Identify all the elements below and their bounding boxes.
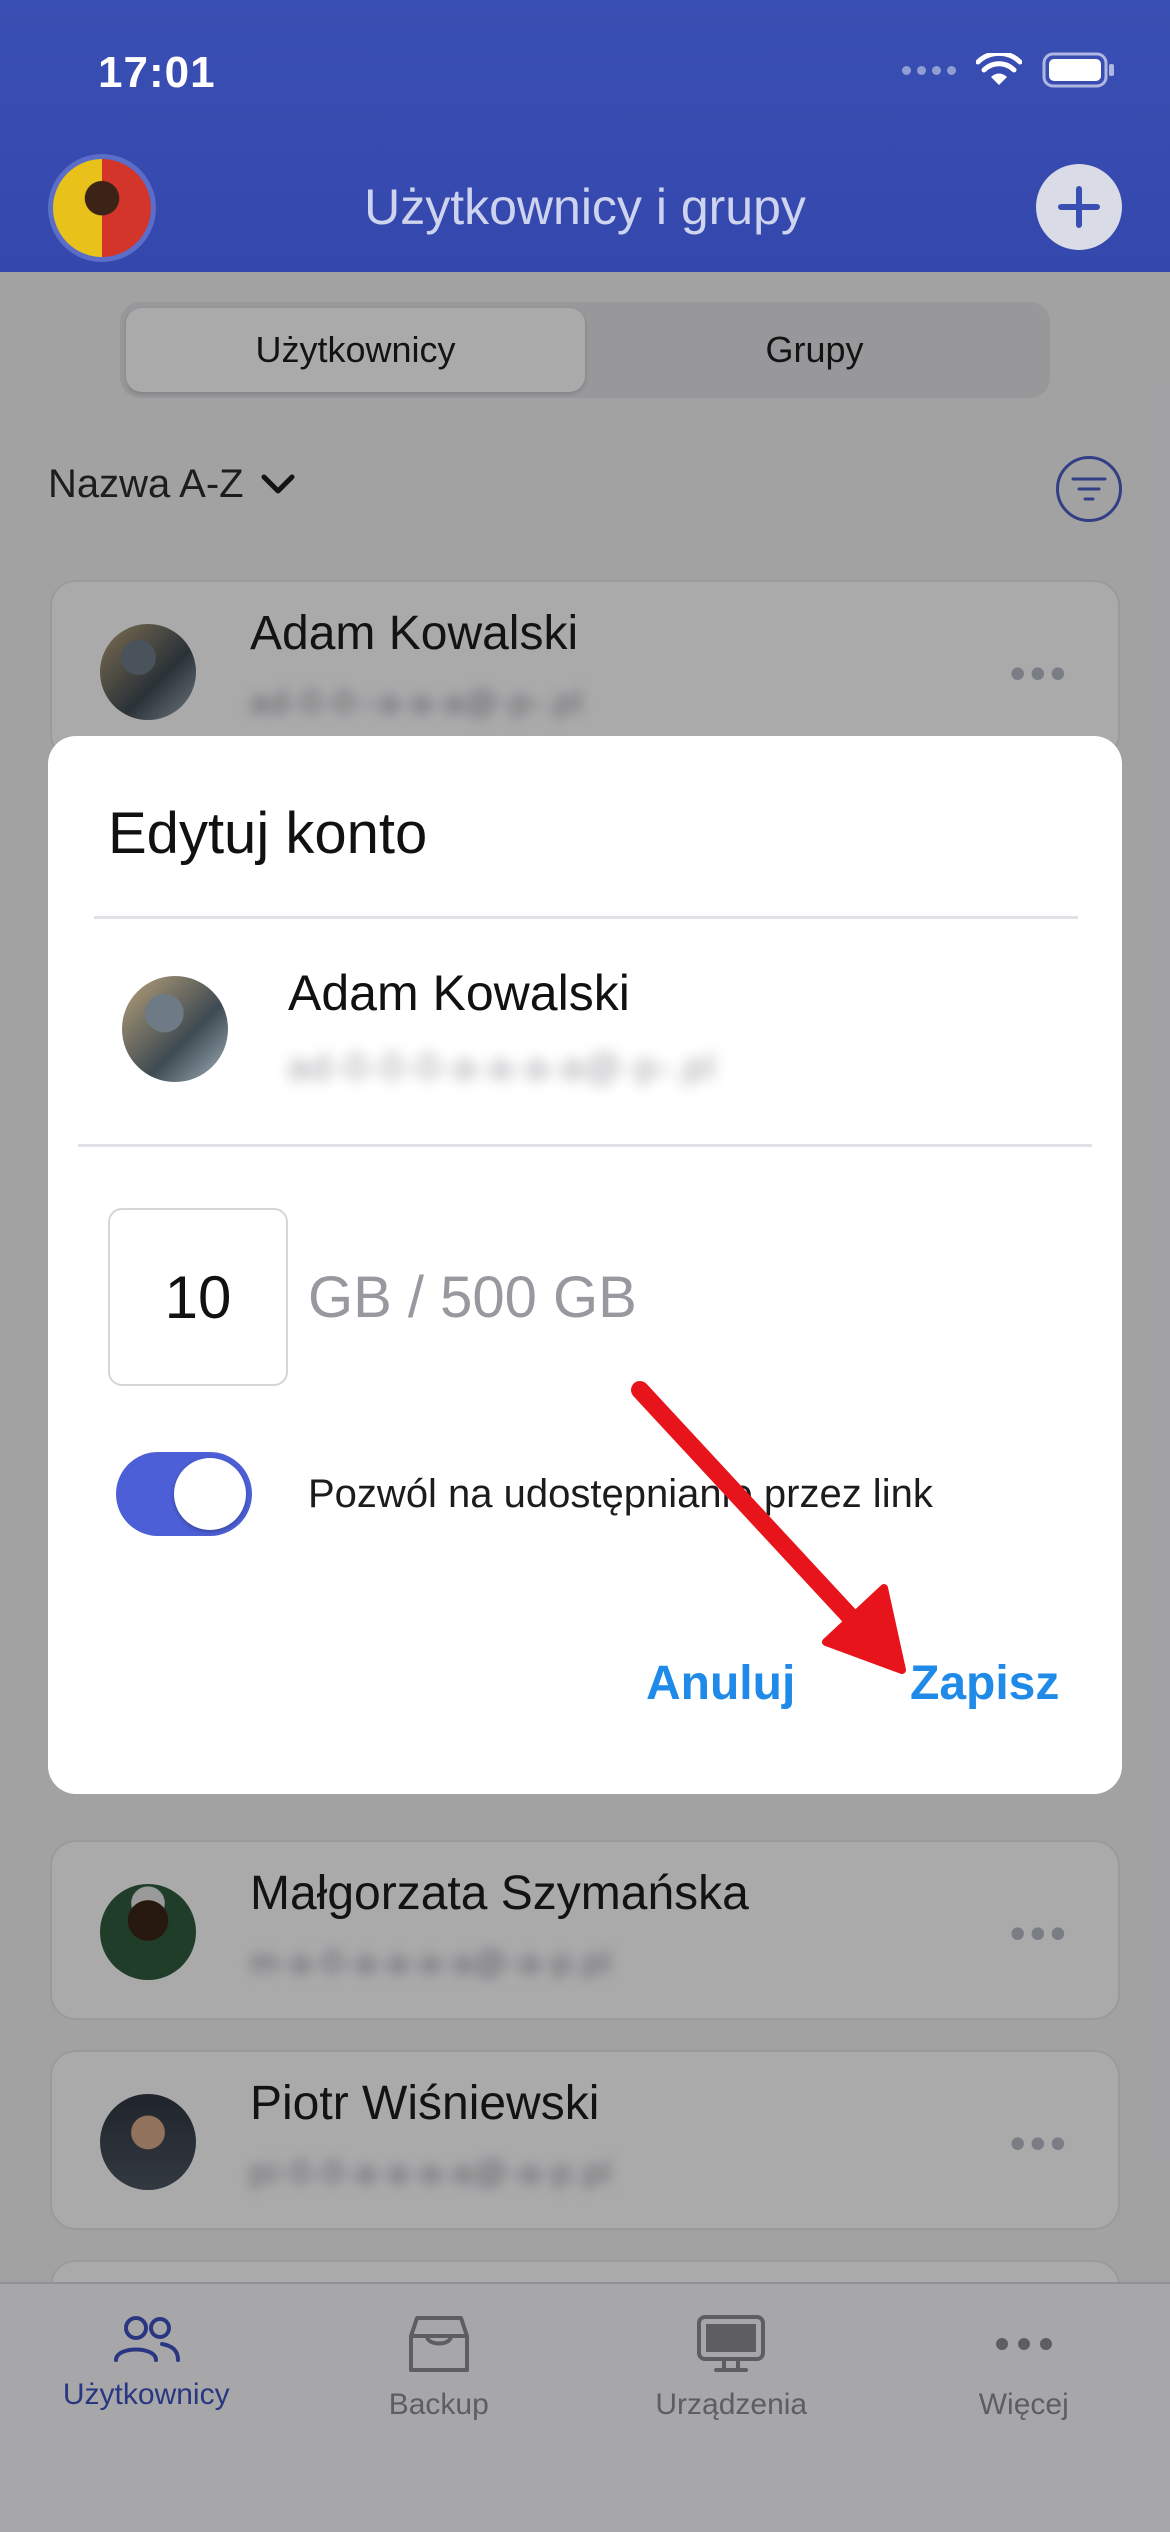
divider: [78, 1144, 1092, 1147]
toggle-knob: [174, 1458, 246, 1530]
dialog-user-email: ad-0-0-0-a-a-a-a@-p-.pl: [288, 1046, 717, 1087]
battery-icon: [1042, 52, 1114, 88]
status-time: 17:01: [98, 48, 216, 97]
add-user-button[interactable]: [1036, 164, 1122, 250]
dialog-user-name: Adam Kowalski: [288, 965, 630, 1021]
share-link-toggle[interactable]: [116, 1452, 252, 1536]
signal-icon: [902, 65, 956, 75]
dialog-title: Edytuj konto: [108, 801, 428, 866]
status-icons: [902, 52, 1116, 88]
quota-input[interactable]: 10: [108, 1208, 288, 1386]
edit-account-dialog: Edytuj konto Adam Kowalski ad-0-0-0-a-a-…: [48, 736, 1122, 1794]
plus-icon: [1058, 186, 1100, 228]
page-title: Użytkownicy i grupy: [364, 179, 806, 235]
wifi-icon: [976, 53, 1022, 85]
quota-unit-label: GB / 500 GB: [308, 1265, 637, 1330]
app-header: 17:01 Użytkownicy i grupy: [0, 0, 1170, 272]
avatar: [122, 976, 228, 1082]
annotation-arrow-icon: [631, 1381, 906, 1674]
divider: [94, 916, 1078, 919]
